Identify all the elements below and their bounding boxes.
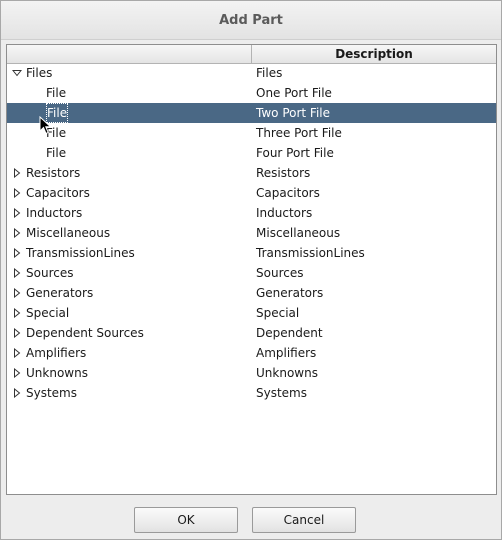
- title-bar[interactable]: Add Part: [1, 1, 501, 40]
- row-description: Files: [256, 66, 283, 80]
- row-description: Dependent: [256, 326, 323, 340]
- table-body: Files Files File One Port File File Two Port …: [7, 63, 496, 403]
- row-name: File: [46, 126, 67, 140]
- row-name: Sources: [26, 266, 74, 280]
- parts-tree-table[interactable]: Description Files Files File One Port File F…: [6, 44, 497, 495]
- button-bar: OK Cancel: [1, 505, 501, 535]
- row-description: One Port File: [256, 86, 332, 100]
- tree-child-row[interactable]: File One Port File: [7, 83, 496, 103]
- row-name: TransmissionLines: [26, 246, 135, 260]
- tree-category-row[interactable]: Special Special: [7, 303, 496, 323]
- triangle-right-icon[interactable]: [12, 288, 22, 298]
- tree-child-row[interactable]: File Three Port File: [7, 123, 496, 143]
- row-name: Capacitors: [26, 186, 90, 200]
- tree-category-row[interactable]: Dependent Sources Dependent: [7, 323, 496, 343]
- tree-category-row[interactable]: Resistors Resistors: [7, 163, 496, 183]
- row-description: Unknowns: [256, 366, 318, 380]
- triangle-right-icon[interactable]: [12, 228, 22, 238]
- dialog-title: Add Part: [219, 12, 283, 28]
- tree-category-row[interactable]: Files Files: [7, 63, 496, 83]
- row-name: Special: [26, 306, 70, 320]
- tree-category-row[interactable]: Amplifiers Amplifiers: [7, 343, 496, 363]
- triangle-right-icon[interactable]: [12, 248, 22, 258]
- column-header-name[interactable]: [7, 45, 252, 63]
- row-description: Inductors: [256, 206, 313, 220]
- row-description: Amplifiers: [256, 346, 317, 360]
- row-name: File: [46, 146, 67, 160]
- row-description: Miscellaneous: [256, 226, 341, 240]
- triangle-right-icon[interactable]: [12, 368, 22, 378]
- triangle-right-icon[interactable]: [12, 168, 22, 178]
- tree-category-row[interactable]: Inductors Inductors: [7, 203, 496, 223]
- row-description: Two Port File: [256, 106, 330, 120]
- triangle-right-icon[interactable]: [12, 388, 22, 398]
- row-description: Special: [256, 306, 300, 320]
- triangle-right-icon[interactable]: [12, 188, 22, 198]
- table-header: Description: [7, 45, 496, 64]
- tree-category-row[interactable]: TransmissionLines TransmissionLines: [7, 243, 496, 263]
- row-name: Amplifiers: [26, 346, 87, 360]
- row-name: File: [46, 103, 69, 123]
- tree-child-row[interactable]: File Four Port File: [7, 143, 496, 163]
- row-description: Systems: [256, 386, 307, 400]
- row-name: Resistors: [26, 166, 81, 180]
- row-description: Generators: [256, 286, 324, 300]
- triangle-right-icon[interactable]: [12, 208, 22, 218]
- tree-category-row[interactable]: Sources Sources: [7, 263, 496, 283]
- column-header-description[interactable]: Description: [252, 45, 496, 63]
- cancel-button[interactable]: Cancel: [252, 507, 356, 533]
- tree-category-row[interactable]: Miscellaneous Miscellaneous: [7, 223, 496, 243]
- tree-category-row[interactable]: Systems Systems: [7, 383, 496, 403]
- row-description: Sources: [256, 266, 304, 280]
- row-description: TransmissionLines: [256, 246, 365, 260]
- triangle-right-icon[interactable]: [12, 308, 22, 318]
- triangle-down-icon[interactable]: [12, 68, 22, 78]
- row-name: Generators: [26, 286, 94, 300]
- tree-child-row[interactable]: File Two Port File: [7, 103, 496, 123]
- ok-button[interactable]: OK: [134, 507, 238, 533]
- tree-category-row[interactable]: Unknowns Unknowns: [7, 363, 496, 383]
- row-name: Miscellaneous: [26, 226, 111, 240]
- row-name: Dependent Sources: [26, 326, 144, 340]
- row-name: Unknowns: [26, 366, 88, 380]
- triangle-right-icon[interactable]: [12, 348, 22, 358]
- row-description: Four Port File: [256, 146, 334, 160]
- row-description: Resistors: [256, 166, 311, 180]
- triangle-right-icon[interactable]: [12, 268, 22, 278]
- row-description: Capacitors: [256, 186, 320, 200]
- tree-category-row[interactable]: Generators Generators: [7, 283, 496, 303]
- row-name: Files: [26, 66, 53, 80]
- row-name: File: [46, 86, 67, 100]
- add-part-dialog: Add Part Description Files Files File One P…: [0, 0, 502, 540]
- tree-category-row[interactable]: Capacitors Capacitors: [7, 183, 496, 203]
- row-name: Systems: [26, 386, 77, 400]
- row-description: Three Port File: [256, 126, 342, 140]
- row-name: Inductors: [26, 206, 83, 220]
- triangle-right-icon[interactable]: [12, 328, 22, 338]
